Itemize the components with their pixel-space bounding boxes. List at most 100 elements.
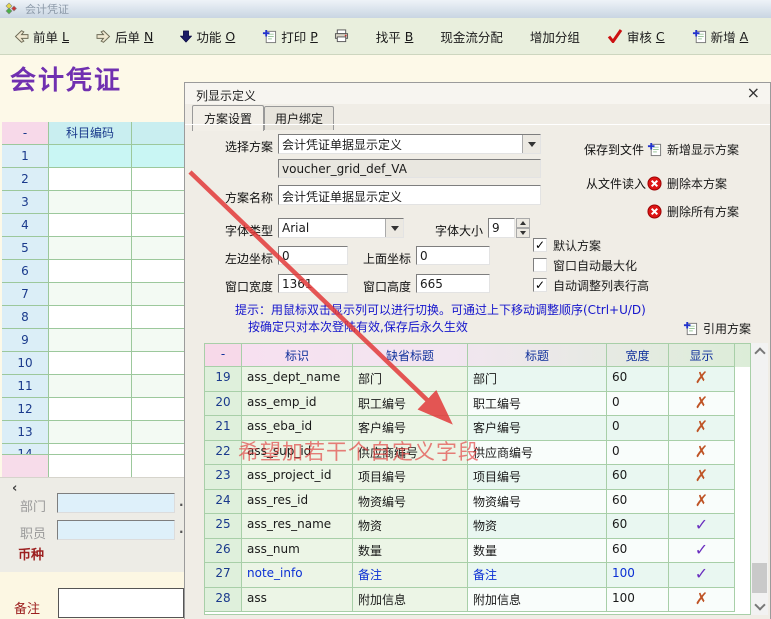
width-cell[interactable]: 60 [607,465,669,490]
window-height-input[interactable]: 665 [416,274,490,293]
spinner-down-icon[interactable] [516,228,530,238]
grid-row[interactable]: 8 [2,306,186,329]
width-cell[interactable]: 60 [607,514,669,539]
row-number-cell[interactable]: 12 [2,398,49,421]
width-cell[interactable]: 60 [607,367,669,392]
column-header[interactable]: - [205,344,242,367]
field-id-cell[interactable]: ass_eba_id [242,416,353,441]
grid-row[interactable]: 11 [2,375,186,398]
row-number-cell[interactable]: 6 [2,260,49,283]
table-row[interactable]: 21ass_eba_id客户编号客户编号0✗ [205,416,750,441]
grid-cell[interactable] [132,168,186,191]
checkbox-box[interactable] [533,258,547,272]
new-button[interactable]: 新增A [692,27,749,46]
column-header[interactable]: 显示 [669,344,735,367]
default-title-cell[interactable]: 部门 [353,367,468,392]
grid-cell[interactable] [132,329,186,352]
reference-scheme-button[interactable]: 引用方案 [683,320,751,337]
field-id-cell[interactable]: ass_dept_name [242,367,353,392]
default-title-cell[interactable]: 客户编号 [353,416,468,441]
default-title-cell[interactable]: 供应商编号 [353,441,468,466]
row-number-cell[interactable]: 7 [2,283,49,306]
default-title-cell[interactable]: 物资 [353,514,468,539]
field-id-cell[interactable]: ass_res_id [242,490,353,515]
title-cell[interactable]: 供应商编号 [468,441,607,466]
title-cell[interactable]: 部门 [468,367,607,392]
audit-button[interactable]: 审核C [607,27,665,46]
chevron-down-icon[interactable] [385,219,403,237]
column-header[interactable]: 标识 [242,344,353,367]
grid-row[interactable]: 13 [2,421,186,444]
title-cell[interactable]: 备注 [468,563,607,588]
title-cell[interactable]: 物资 [468,514,607,539]
collapse-panel-icon[interactable]: ‹ [12,481,17,496]
row-number-cell[interactable]: 25 [205,514,242,539]
font-size-stepper[interactable] [516,218,530,238]
grid-cell[interactable] [132,444,186,455]
display-toggle-cell[interactable]: ✓ [669,539,735,564]
grid-cell[interactable] [132,283,186,306]
staff-input[interactable] [57,520,175,540]
column-header[interactable]: 标题 [468,344,607,367]
grid-cell[interactable] [132,352,186,375]
grid-row-partial[interactable]: 14 [2,444,186,455]
row-number-cell[interactable]: 26 [205,539,242,564]
field-id-cell[interactable]: ass_sup_id [242,441,353,466]
functions-button[interactable]: 功能O [180,27,235,46]
grid-cell[interactable] [132,398,186,421]
default-title-cell[interactable]: 数量 [353,539,468,564]
subject-code-cell[interactable] [49,260,132,283]
grid-row[interactable]: 7 [2,283,186,306]
field-id-cell[interactable]: ass_num [242,539,353,564]
left-coord-input[interactable]: 0 [278,246,348,265]
grid-row[interactable]: 1 [2,145,186,168]
title-cell[interactable]: 客户编号 [468,416,607,441]
next-doc-button[interactable]: 后单N [96,27,153,46]
grid-row[interactable]: 4 [2,214,186,237]
scrollbar-thumb[interactable] [752,563,767,593]
grid-cell[interactable] [132,375,186,398]
display-toggle-cell[interactable]: ✗ [669,465,735,490]
grid-cell[interactable] [132,306,186,329]
checkbox-box[interactable]: ✓ [533,278,547,292]
subject-code-cell[interactable] [49,191,132,214]
grid-cell[interactable] [132,421,186,444]
scheme-name-input[interactable]: 会计凭证单据显示定义 [278,185,541,205]
table-row[interactable]: 27note_info备注备注100✓ [205,563,750,588]
display-toggle-cell[interactable]: ✓ [669,514,735,539]
grid-row[interactable]: 12 [2,398,186,421]
columns-table[interactable]: -标识缺省标题标题宽度显示19ass_dept_name部门部门60✗20ass… [204,343,751,615]
balance-button[interactable]: 找平B [376,27,414,46]
field-id-cell[interactable]: ass_project_id [242,465,353,490]
chevron-down-icon[interactable] [522,135,540,153]
cashflow-button[interactable]: 现金流分配 [440,27,503,46]
window-titlebar[interactable]: 会计凭证 [0,0,771,18]
title-cell[interactable]: 物资编号 [468,490,607,515]
dept-input[interactable] [57,493,175,513]
scheme-select[interactable]: 会计凭证单据显示定义 [278,134,541,154]
width-cell[interactable]: 60 [607,490,669,515]
prev-doc-button[interactable]: 前单L [14,27,69,46]
width-cell[interactable]: 0 [607,441,669,466]
vertical-scrollbar[interactable] [751,343,768,615]
column-header[interactable]: 宽度 [607,344,669,367]
voucher-grid[interactable]: -科目编码1234567891011121314 [2,122,186,478]
dialog-titlebar[interactable]: 列显示定义 × [185,83,770,104]
title-cell[interactable]: 数量 [468,539,607,564]
table-row[interactable]: 20ass_emp_id职工编号职工编号0✗ [205,392,750,417]
field-id-cell[interactable]: note_info [242,563,353,588]
row-number-cell[interactable]: 24 [205,490,242,515]
default-title-cell[interactable]: 备注 [353,563,468,588]
default-title-cell[interactable]: 项目编号 [353,465,468,490]
table-row[interactable]: 26ass_num数量数量60✓ [205,539,750,564]
row-number-cell[interactable]: 14 [2,444,49,455]
table-row[interactable]: 19ass_dept_name部门部门60✗ [205,367,750,392]
row-number-cell[interactable]: 23 [205,465,242,490]
add-display-scheme-button[interactable]: 新增显示方案 [647,141,739,158]
display-toggle-cell[interactable]: ✗ [669,490,735,515]
table-row[interactable]: 23ass_project_id项目编号项目编号60✗ [205,465,750,490]
row-number-cell[interactable]: 19 [205,367,242,392]
row-number-cell[interactable]: 3 [2,191,49,214]
scroll-up-icon[interactable] [751,343,768,360]
checkbox-box[interactable]: ✓ [533,238,547,252]
